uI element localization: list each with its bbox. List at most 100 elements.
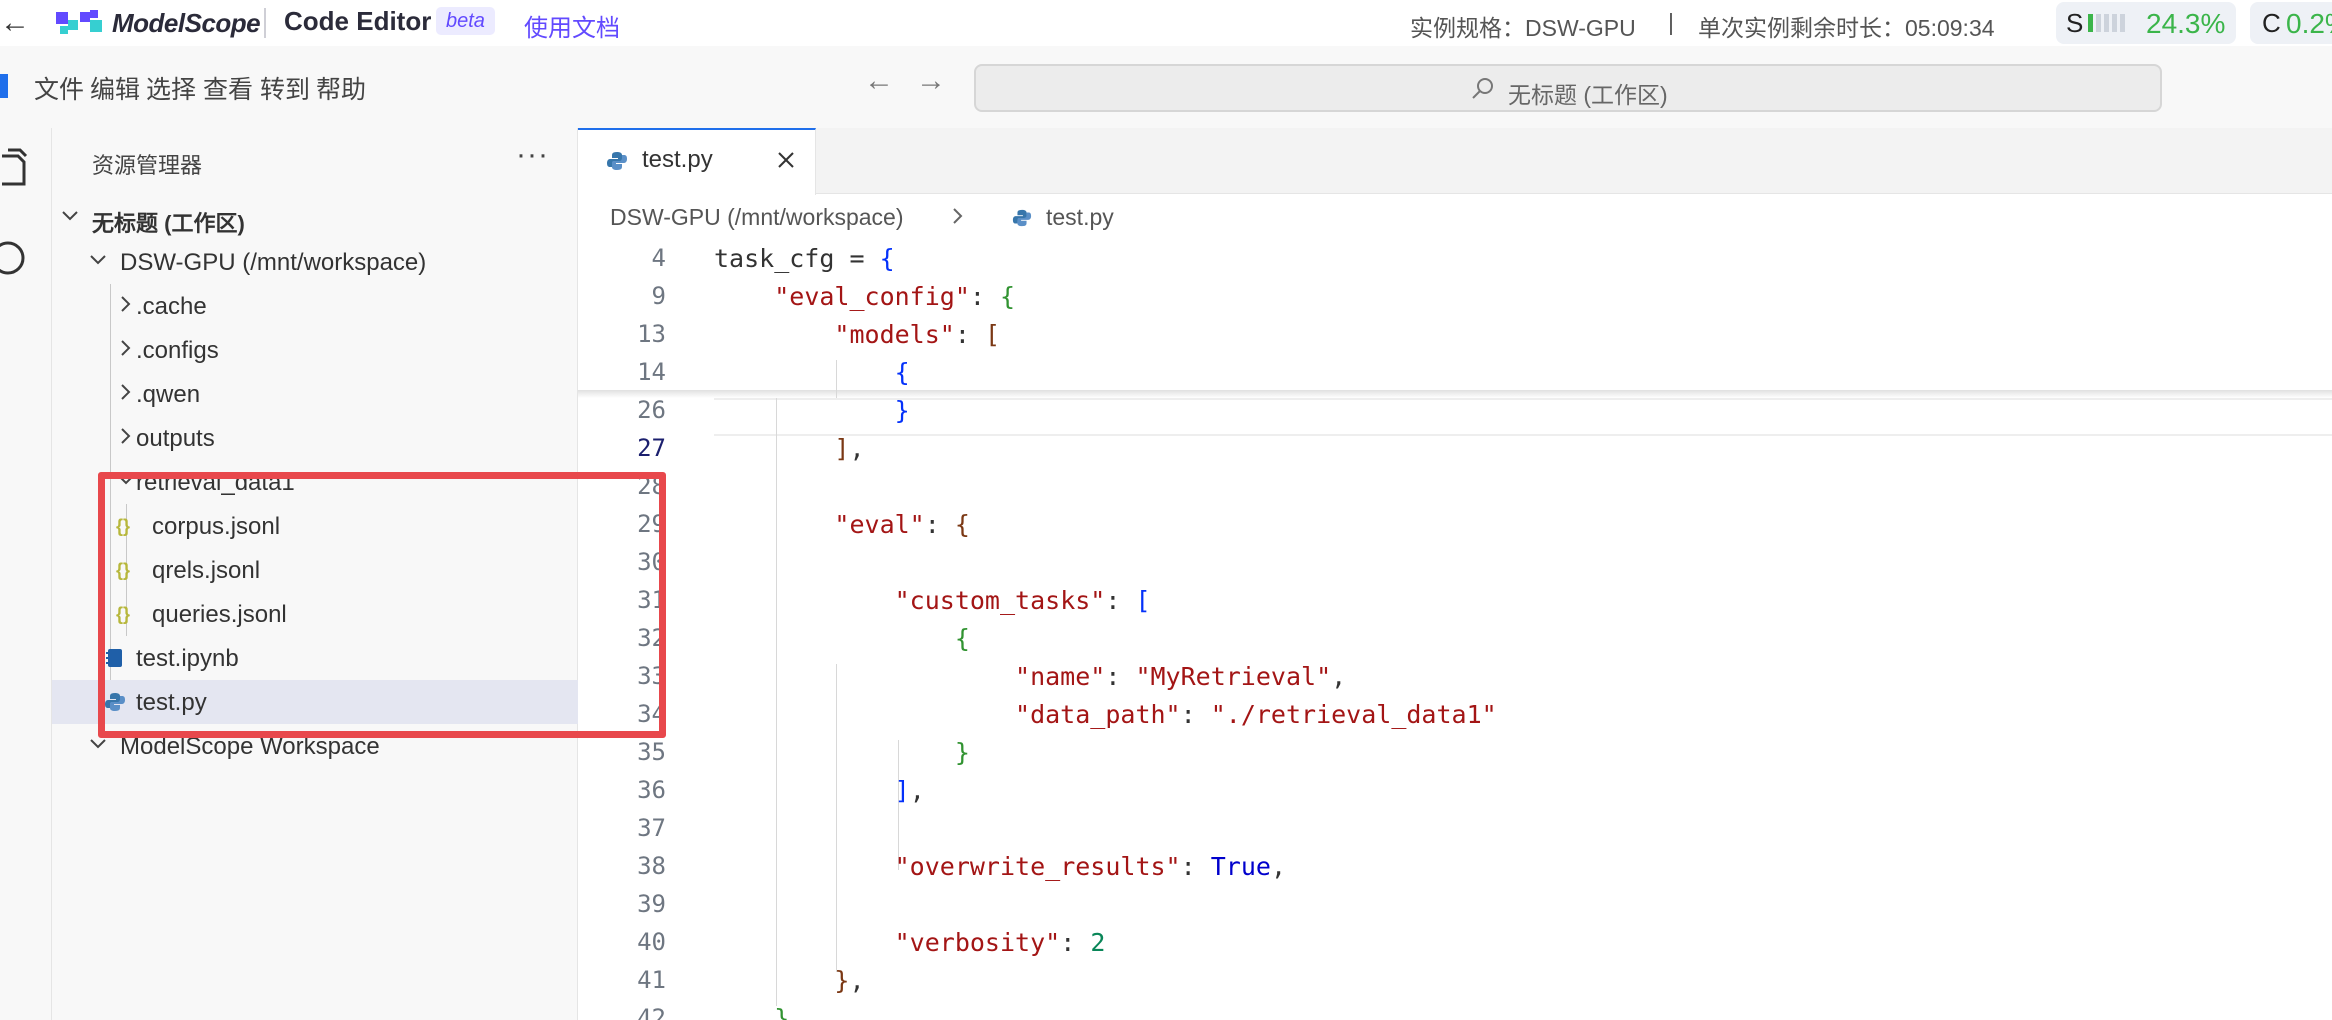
breadcrumb-file[interactable]: test.py xyxy=(1046,204,1114,231)
line-number: 29 xyxy=(637,510,666,538)
back-arrow-icon[interactable]: ← xyxy=(0,6,30,40)
code-line[interactable]: 26 } xyxy=(578,392,2332,430)
line-number: 36 xyxy=(637,776,666,804)
tree-item-label: queries.jsonl xyxy=(152,601,287,628)
code-line[interactable]: 33 "name": "MyRetrieval", xyxy=(578,658,2332,696)
code-text: ], xyxy=(894,776,925,805)
code-line[interactable]: 35 } xyxy=(578,734,2332,772)
menu-selection[interactable]: 选择 xyxy=(146,70,196,106)
code-text: } xyxy=(894,396,910,425)
beta-badge: beta xyxy=(436,7,495,35)
line-number: 33 xyxy=(637,662,666,690)
code-line[interactable]: 4 task_cfg = { xyxy=(578,240,2332,278)
code-line[interactable]: 30 xyxy=(578,544,2332,582)
code-line[interactable]: 27 ], xyxy=(578,430,2332,468)
code-line[interactable]: 34 "data_path": "./retrieval_data1" xyxy=(578,696,2332,734)
code-line[interactable]: 14 { xyxy=(578,354,2332,392)
line-number: 35 xyxy=(637,738,666,766)
code-text: "models": [ xyxy=(834,320,1001,349)
chevron-right-icon xyxy=(121,296,131,312)
tree-item-test-py[interactable]: test.py xyxy=(52,680,578,724)
resource-c-meter[interactable]: C 0.2% xyxy=(2250,2,2332,44)
line-number: 38 xyxy=(637,852,666,880)
activity-bar xyxy=(0,128,52,1020)
tree-item-test-ipynb[interactable]: test.ipynb xyxy=(52,636,578,680)
code-line[interactable]: 29 "eval": { xyxy=(578,506,2332,544)
tab-label: test.py xyxy=(642,146,713,173)
line-number: 31 xyxy=(637,586,666,614)
menu-help[interactable]: 帮助 xyxy=(316,70,366,106)
search-activity-icon[interactable] xyxy=(0,238,28,278)
tree-item-queries[interactable]: {} queries.jsonl xyxy=(52,592,578,636)
tree-item-retrieval-data1[interactable]: retrieval_data1 xyxy=(52,460,578,504)
line-number: 34 xyxy=(637,700,666,728)
resource-s-meter[interactable]: S 24.3% xyxy=(2056,2,2236,44)
folder-root[interactable]: DSW-GPU (/mnt/workspace) xyxy=(52,240,578,284)
modelscope-logo-icon xyxy=(56,10,102,34)
code-line[interactable]: 31 "custom_tasks": [ xyxy=(578,582,2332,620)
tree-item-label: retrieval_data1 xyxy=(136,469,295,496)
navigate-forward-icon[interactable]: → xyxy=(916,64,946,98)
python-file-icon xyxy=(105,693,125,711)
command-center-search[interactable]: 无标题 (工作区) xyxy=(974,64,2162,112)
tree-item-qrels[interactable]: {} qrels.jsonl xyxy=(52,548,578,592)
tree-item-outputs[interactable]: outputs xyxy=(52,416,578,460)
code-text: task_cfg = { xyxy=(714,244,895,273)
code-text: } xyxy=(774,1004,790,1020)
workspace-root-modelscope[interactable]: ModelScope Workspace xyxy=(52,724,578,768)
menu-go[interactable]: 转到 xyxy=(260,70,310,106)
code-text: { xyxy=(954,624,970,653)
code-line[interactable]: 9 "eval_config": { xyxy=(578,278,2332,316)
chevron-down-icon xyxy=(90,255,106,265)
more-actions-icon[interactable]: ··· xyxy=(516,138,549,172)
explorer-sidebar: 资源管理器 ··· 无标题 (工作区) DSW-GPU (/mnt/worksp… xyxy=(52,128,578,1020)
code-line[interactable]: 36 ], xyxy=(578,772,2332,810)
tree-item-label: test.py xyxy=(136,689,207,716)
line-number: 30 xyxy=(637,548,666,576)
chevron-down-icon xyxy=(62,211,78,221)
code-line[interactable]: 42 } xyxy=(578,1000,2332,1020)
menu-edit[interactable]: 编辑 xyxy=(90,70,140,106)
code-line[interactable]: 41 }, xyxy=(578,962,2332,1000)
code-line[interactable]: 37 xyxy=(578,810,2332,848)
line-number: 27 xyxy=(637,434,666,462)
docs-link[interactable]: 使用文档 xyxy=(524,8,620,43)
folder-root-label: ModelScope Workspace xyxy=(120,733,380,760)
info-separator: | xyxy=(1668,9,1674,35)
editor-area: test.py DSW-GPU (/mnt/workspace) test.py… xyxy=(578,128,2332,1020)
close-icon[interactable] xyxy=(774,148,798,172)
line-number: 13 xyxy=(637,320,666,348)
command-center-text: 无标题 (工作区) xyxy=(1508,82,1668,108)
code-line[interactable]: 13 "models": [ xyxy=(578,316,2332,354)
line-number: 42 xyxy=(637,1004,666,1020)
tab-test-py[interactable]: test.py xyxy=(578,128,816,195)
line-number: 14 xyxy=(637,358,666,386)
tree-item-corpus[interactable]: {} corpus.jsonl xyxy=(52,504,578,548)
code-line[interactable]: 39 xyxy=(578,886,2332,924)
workspace-root[interactable]: 无标题 (工作区) xyxy=(52,196,578,240)
chevron-down-icon xyxy=(118,475,134,485)
chevron-right-icon xyxy=(953,208,963,224)
menu-bar: 文件 编辑 选择 查看 转到 帮助 ← → 无标题 (工作区) xyxy=(0,46,2332,128)
tree-item-qwen[interactable]: .qwen xyxy=(52,372,578,416)
code-text: "data_path": "./retrieval_data1" xyxy=(1015,700,1497,729)
code-line[interactable]: 38 "overwrite_results": True, xyxy=(578,848,2332,886)
breadcrumb-folder[interactable]: DSW-GPU (/mnt/workspace) xyxy=(610,204,904,231)
resource-c-label: C xyxy=(2262,8,2281,38)
code-line[interactable]: 32 { xyxy=(578,620,2332,658)
tree-item-label: qrels.jsonl xyxy=(152,557,261,584)
tree-item-configs[interactable]: .configs xyxy=(52,328,578,372)
line-number: 32 xyxy=(637,624,666,652)
menu-view[interactable]: 查看 xyxy=(203,70,253,106)
code-editor[interactable]: 4 task_cfg = {9 "eval_config": {13 "model… xyxy=(578,240,2332,1020)
navigate-back-icon[interactable]: ← xyxy=(864,64,894,98)
menu-hamburger-icon[interactable] xyxy=(0,74,8,98)
explorer-files-icon[interactable] xyxy=(0,146,28,196)
code-text: "verbosity": 2 xyxy=(894,928,1106,957)
menu-file[interactable]: 文件 xyxy=(34,70,84,106)
tree-item-label: corpus.jsonl xyxy=(152,513,281,540)
code-line[interactable]: 28 xyxy=(578,468,2332,506)
tree-item-label: test.ipynb xyxy=(136,645,239,672)
tree-item-cache[interactable]: .cache xyxy=(52,284,578,328)
code-line[interactable]: 40 "verbosity": 2 xyxy=(578,924,2332,962)
